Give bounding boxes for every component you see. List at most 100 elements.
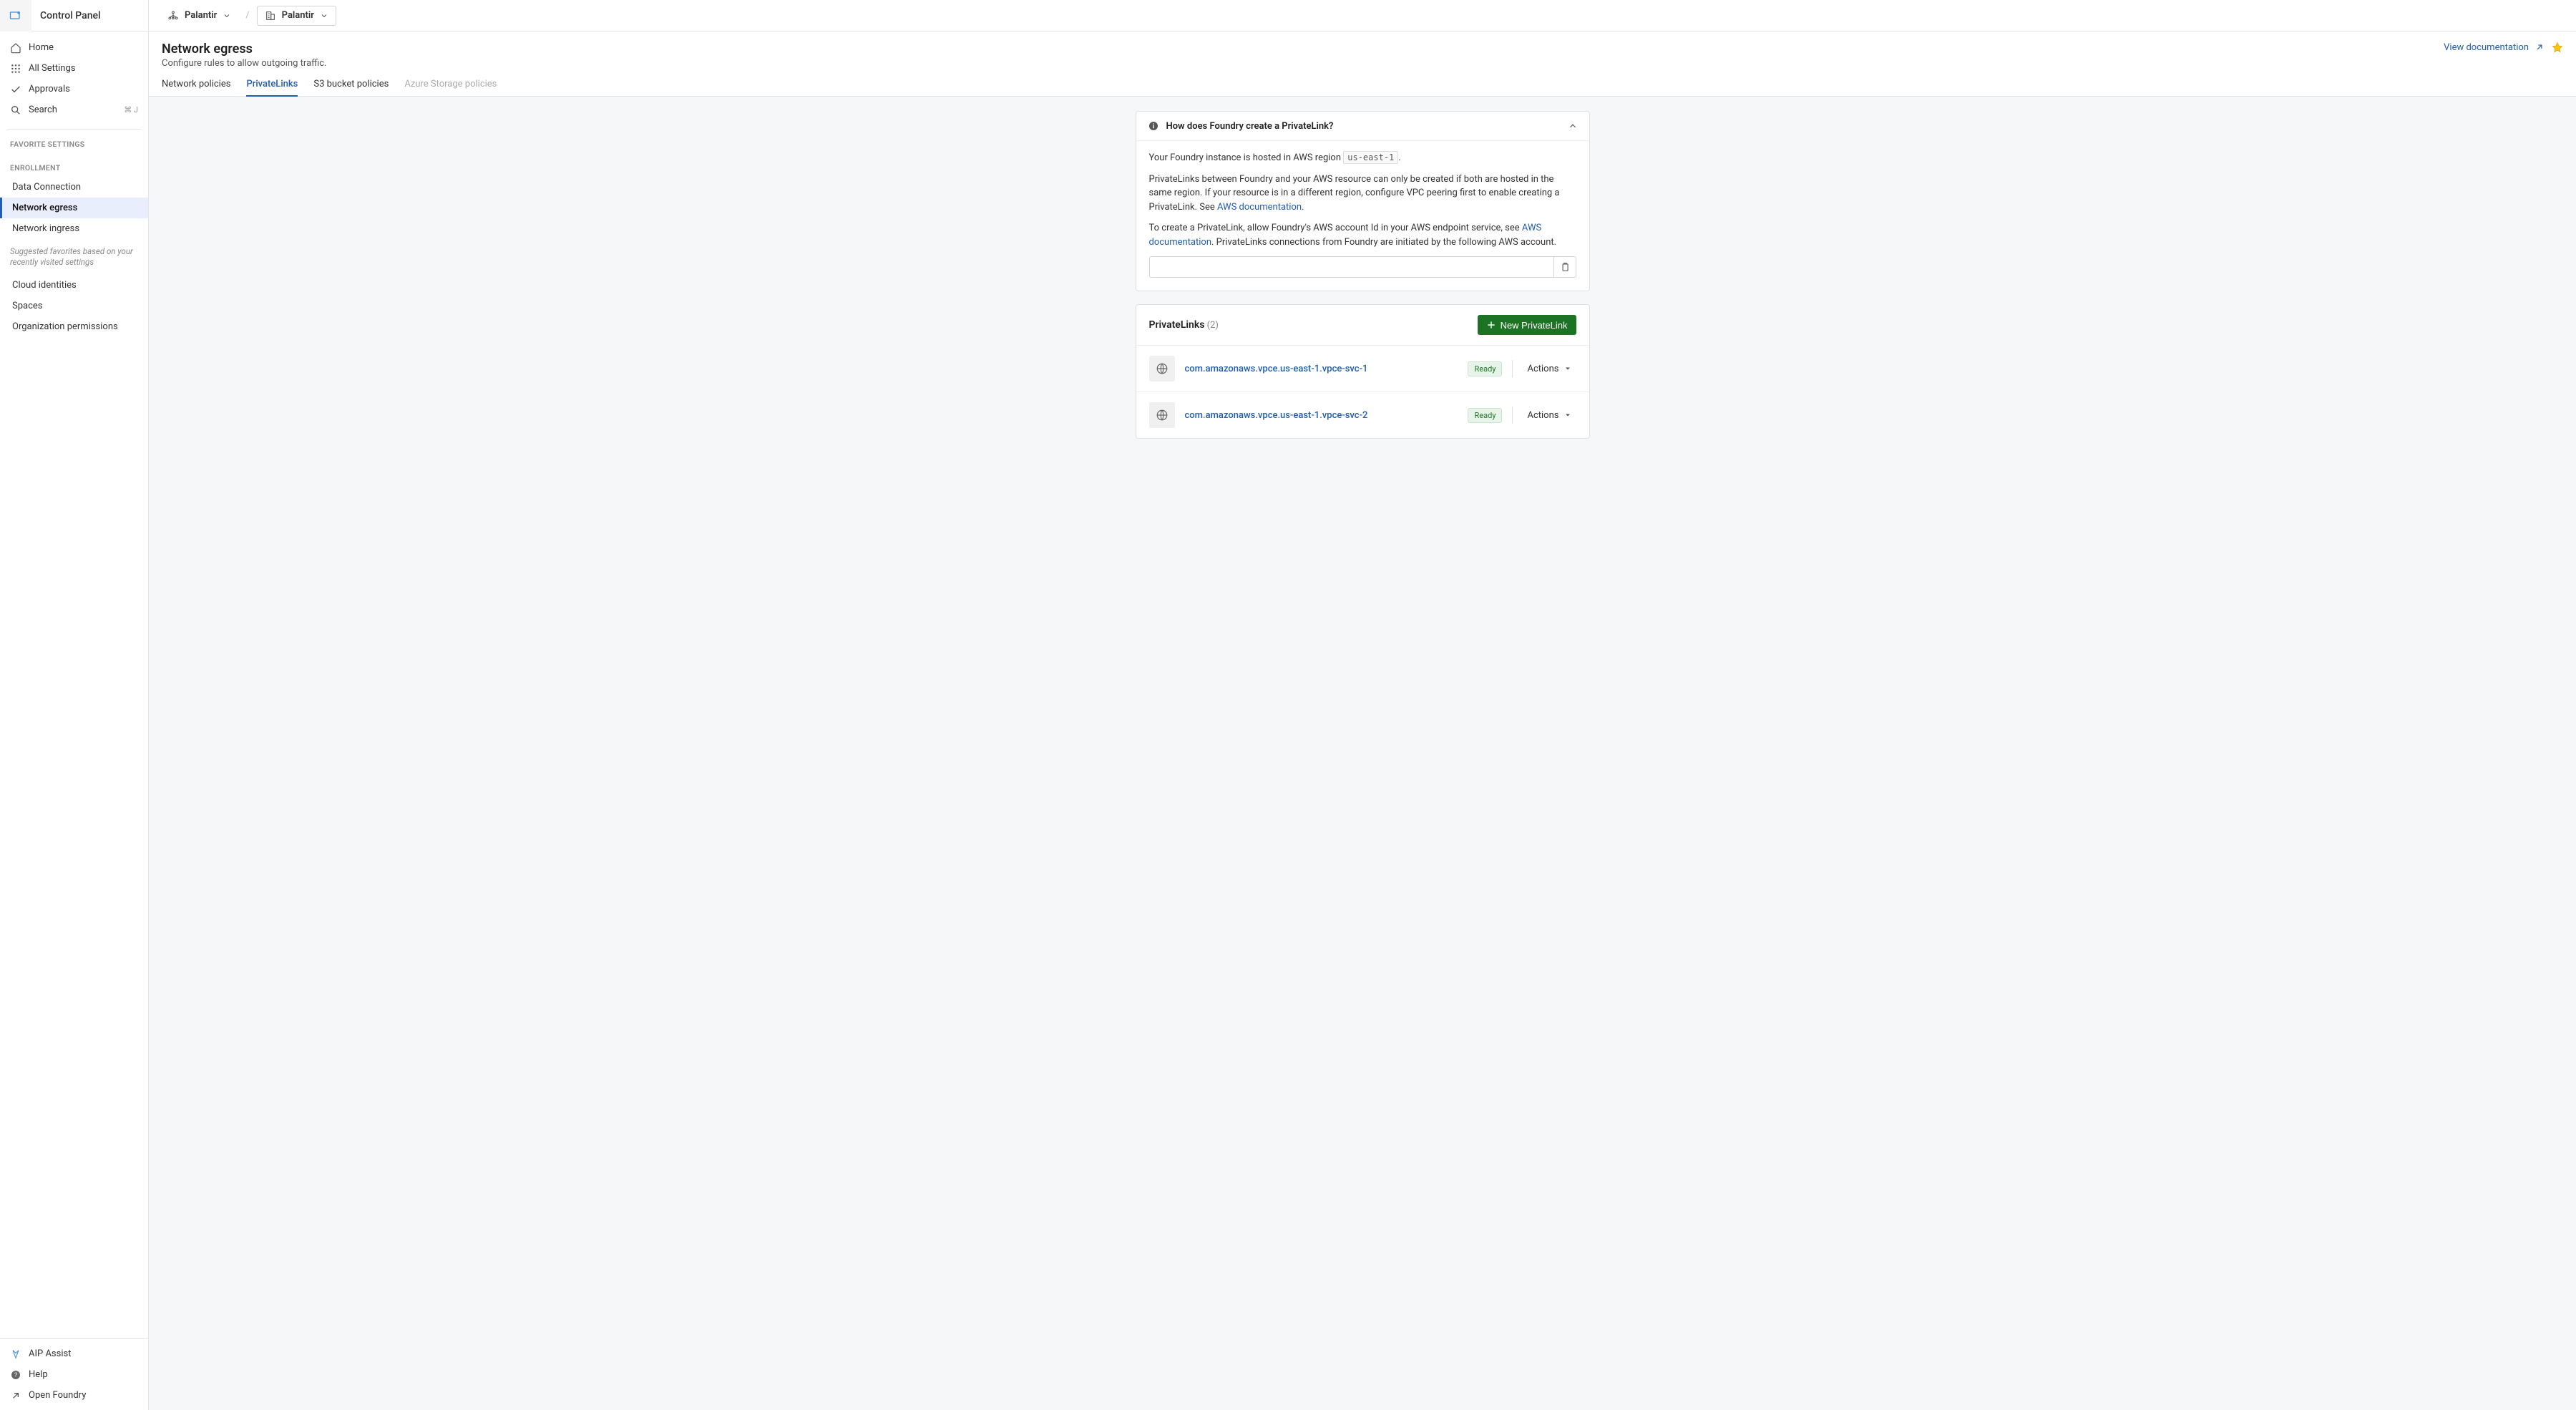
breadcrumb-separator: / <box>245 10 249 21</box>
nav-label: Home <box>29 42 138 53</box>
row-actions-button[interactable]: Actions <box>1523 361 1576 377</box>
sidebar-item-label: Network egress <box>12 203 77 213</box>
breadcrumb-project[interactable]: Palantir <box>257 6 336 26</box>
nav-label: Approvals <box>29 84 138 94</box>
nav-approvals[interactable]: Approvals <box>0 79 148 99</box>
breadcrumb-label: Palantir <box>282 10 314 21</box>
chevron-up-icon <box>1568 121 1578 131</box>
external-link-icon <box>2534 42 2545 52</box>
nav-label: All Settings <box>29 63 138 74</box>
home-icon <box>10 42 21 54</box>
copy-button[interactable] <box>1553 256 1576 278</box>
sidebar-item-label: Cloud identities <box>12 280 77 291</box>
suggested-favorites-hint: Suggested favorites based on your recent… <box>0 239 148 275</box>
info-card-title: How does Foundry create a PrivateLink? <box>1166 121 1568 132</box>
favorite-star-icon[interactable] <box>2552 42 2563 53</box>
sidebar-item-label: Organization permissions <box>12 321 118 332</box>
new-privatelink-button[interactable]: New PrivateLink <box>1478 315 1576 335</box>
info-card-header[interactable]: How does Foundry create a PrivateLink? <box>1136 112 1589 140</box>
sidebar-item-label: Data Connection <box>12 182 81 193</box>
info-p2a: PrivateLinks between Foundry and your AW… <box>1149 174 1560 213</box>
enrollment-section-label: ENROLLMENT <box>0 153 148 177</box>
building-icon <box>265 10 276 21</box>
assist-icon <box>10 1348 21 1360</box>
privatelink-row: com.amazonaws.vpce.us-east-1.vpce-svc-1 … <box>1136 345 1589 392</box>
svg-text:?: ? <box>14 1371 18 1378</box>
sidebar-item-org-permissions[interactable]: Organization permissions <box>0 316 148 337</box>
info-icon <box>1148 120 1159 132</box>
chevron-down-icon <box>223 11 231 20</box>
tab-network-policies[interactable]: Network policies <box>162 79 230 97</box>
aws-docs-link-1[interactable]: AWS documentation <box>1217 202 1302 213</box>
plus-icon <box>1486 320 1496 330</box>
globe-icon <box>1149 402 1175 428</box>
tab-privatelinks[interactable]: PrivateLinks <box>246 79 298 97</box>
actions-label: Actions <box>1527 410 1558 421</box>
sidebar-item-label: Spaces <box>12 301 43 311</box>
status-badge: Ready <box>1468 408 1502 423</box>
check-icon <box>10 84 21 95</box>
list-title: PrivateLinks <box>1149 319 1205 331</box>
nav-aip-assist[interactable]: AIP Assist <box>0 1343 148 1364</box>
nav-shortcut: ⌘ J <box>124 105 138 115</box>
page-subtitle: Configure rules to allow outgoing traffi… <box>162 58 326 69</box>
list-count: (2) <box>1207 320 1219 331</box>
topbar: Palantir / Palantir <box>149 0 2576 31</box>
view-documentation-link[interactable]: View documentation <box>2444 42 2545 53</box>
nav-help[interactable]: ? Help <box>0 1364 148 1385</box>
breadcrumb-org[interactable]: Palantir <box>160 6 238 26</box>
nav-label: AIP Assist <box>29 1348 138 1359</box>
caret-down-icon <box>1563 411 1572 419</box>
sidebar-item-label: Network ingress <box>12 223 79 234</box>
clipboard-icon <box>1560 262 1570 272</box>
tab-azure-storage-policies: Azure Storage policies <box>404 79 497 97</box>
info-card: How does Foundry create a PrivateLink? Y… <box>1136 111 1590 291</box>
row-actions-button[interactable]: Actions <box>1523 407 1576 424</box>
help-icon: ? <box>10 1369 21 1381</box>
app-logo[interactable] <box>0 0 31 31</box>
privatelink-row: com.amazonaws.vpce.us-east-1.vpce-svc-2 … <box>1136 392 1589 438</box>
nav-open-foundry[interactable]: Open Foundry <box>0 1385 148 1406</box>
search-icon <box>10 104 21 116</box>
info-p2b: . <box>1302 202 1304 213</box>
aws-account-input[interactable] <box>1149 256 1553 278</box>
status-badge: Ready <box>1468 361 1502 376</box>
app-title: Control Panel <box>31 10 101 21</box>
link-label: View documentation <box>2444 42 2529 53</box>
sidebar: Control Panel Home All Settings Approval… <box>0 0 149 1410</box>
nav-home[interactable]: Home <box>0 37 148 58</box>
aws-region-chip: us-east-1 <box>1343 151 1398 164</box>
page-title: Network egress <box>162 42 326 57</box>
privatelink-name[interactable]: com.amazonaws.vpce.us-east-1.vpce-svc-1 <box>1185 364 1458 374</box>
nav-all-settings[interactable]: All Settings <box>0 58 148 79</box>
caret-down-icon <box>1563 364 1572 373</box>
sidebar-item-spaces[interactable]: Spaces <box>0 296 148 316</box>
sidebar-item-network-egress[interactable]: Network egress <box>0 198 148 218</box>
info-p1-suffix: . <box>1398 152 1400 163</box>
button-label: New PrivateLink <box>1501 320 1568 331</box>
nav-label: Help <box>29 1369 138 1380</box>
privatelinks-card: PrivateLinks (2) New PrivateLink com.ama… <box>1136 304 1590 439</box>
chevron-down-icon <box>320 11 328 20</box>
org-icon <box>167 10 179 21</box>
tab-s3-bucket-policies[interactable]: S3 bucket policies <box>313 79 389 97</box>
sidebar-item-cloud-identities[interactable]: Cloud identities <box>0 275 148 296</box>
info-p3b: . PrivateLinks connections from Foundry … <box>1211 237 1556 248</box>
sidebar-header: Control Panel <box>0 0 148 31</box>
sidebar-item-data-connection[interactable]: Data Connection <box>0 177 148 198</box>
info-card-body: Your Foundry instance is hosted in AWS r… <box>1136 140 1589 291</box>
tabs: Network policies PrivateLinks S3 bucket … <box>149 69 2576 97</box>
info-p3a: To create a PrivateLink, allow Foundry's… <box>1149 223 1522 233</box>
globe-icon <box>1149 356 1175 381</box>
actions-label: Actions <box>1527 364 1558 374</box>
info-p1-prefix: Your Foundry instance is hosted in AWS r… <box>1149 152 1344 163</box>
privatelink-name[interactable]: com.amazonaws.vpce.us-east-1.vpce-svc-2 <box>1185 410 1458 421</box>
nav-label: Open Foundry <box>29 1390 138 1401</box>
nav-label: Search <box>29 104 124 115</box>
favorites-section-label: FAVORITE SETTINGS <box>0 130 148 153</box>
sidebar-item-network-ingress[interactable]: Network ingress <box>0 218 148 239</box>
external-link-icon <box>10 1390 21 1401</box>
grid-icon <box>10 63 21 74</box>
breadcrumb-label: Palantir <box>185 10 217 21</box>
nav-search[interactable]: Search ⌘ J <box>0 99 148 120</box>
